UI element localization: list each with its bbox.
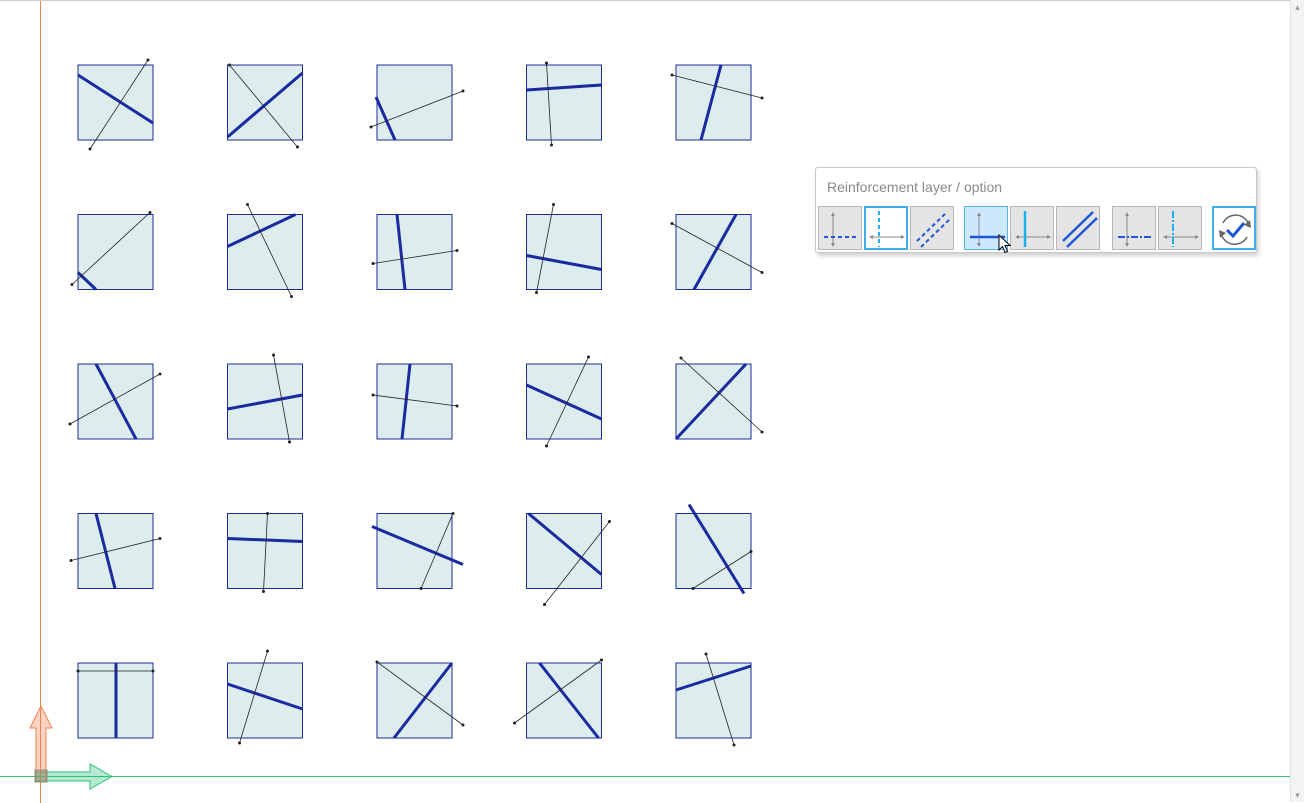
slab-panel — [675, 662, 752, 739]
diagonal-dashed-icon — [916, 211, 952, 248]
scroll-thumb[interactable] — [1293, 20, 1301, 760]
scroll-down-icon[interactable]: ▾ — [1291, 788, 1304, 802]
slab-panel — [675, 513, 752, 589]
section-endpoint — [262, 590, 265, 593]
slab-panel — [227, 513, 303, 589]
section-endpoint — [158, 372, 162, 376]
section-endpoint — [369, 125, 373, 129]
section-endpoint — [70, 283, 74, 286]
section-endpoint — [451, 512, 455, 515]
section-endpoint — [68, 422, 72, 426]
section-endpoint — [749, 550, 753, 553]
section-endpoint — [545, 444, 548, 448]
section-endpoint — [760, 430, 764, 434]
layer-dashdot-horizontal-button[interactable] — [1112, 206, 1156, 250]
option-bar-title: Reinforcement layer / option — [827, 179, 1003, 195]
layer-vertical-solid-button[interactable] — [1010, 206, 1054, 250]
section-endpoint — [371, 393, 375, 397]
slab-panel — [526, 214, 602, 290]
drawing-canvas[interactable] — [0, 1, 1290, 803]
slab-panel — [376, 64, 453, 141]
section-endpoint — [375, 660, 379, 664]
axis-dashed-horizontal-icon — [824, 212, 859, 247]
section-endpoint — [266, 512, 269, 515]
section-endpoint — [732, 743, 736, 747]
slab-panel — [376, 513, 453, 589]
refresh-check-icon — [1219, 214, 1251, 245]
section-endpoint — [288, 440, 291, 444]
section-endpoint — [545, 61, 548, 65]
section-endpoint — [543, 603, 546, 606]
section-endpoint — [69, 559, 73, 562]
slab-panel — [77, 64, 154, 141]
section-endpoint — [272, 353, 275, 357]
section-endpoint — [679, 356, 683, 360]
slab-panel — [227, 662, 303, 739]
drawing-viewport[interactable] — [0, 0, 1290, 803]
section-endpoint — [670, 73, 674, 77]
mouse-cursor-icon — [998, 234, 1012, 254]
origin-square-icon — [34, 769, 48, 783]
apply-confirm-button[interactable] — [1212, 206, 1256, 250]
section-endpoint — [76, 669, 80, 673]
section-endpoint — [290, 295, 293, 298]
section-endpoint — [600, 658, 603, 662]
axis-solid-vertical-icon — [1015, 211, 1051, 247]
section-endpoint — [238, 741, 241, 745]
slab-panel — [526, 513, 602, 589]
section-endpoint — [371, 262, 375, 265]
layer-diagonal-dashed-button[interactable] — [910, 206, 954, 250]
axis-dashed-vertical-icon — [869, 211, 905, 247]
section-endpoint — [88, 147, 92, 151]
section-endpoint — [704, 652, 708, 656]
slab-panel — [77, 214, 154, 290]
slab-panel — [675, 64, 752, 141]
slab-panel — [376, 214, 453, 290]
slab-panel — [77, 513, 154, 589]
section-endpoint — [760, 96, 764, 100]
section-endpoint — [552, 203, 555, 206]
slab-panel — [227, 214, 303, 290]
section-endpoint — [513, 721, 516, 725]
axis-dashdot-vertical-icon — [1163, 211, 1199, 247]
section-endpoint — [419, 587, 423, 590]
section-endpoint — [760, 271, 764, 274]
section-endpoint — [146, 58, 150, 62]
layer-vertical-dashed-button[interactable] — [864, 206, 908, 250]
section-endpoint — [455, 404, 459, 408]
section-endpoint — [296, 145, 299, 149]
section-endpoint — [228, 63, 231, 67]
section-endpoint — [455, 249, 459, 252]
section-endpoint — [608, 520, 611, 523]
section-endpoint — [550, 143, 553, 147]
diagonal-solid-icon — [1062, 211, 1098, 248]
section-endpoint — [158, 537, 162, 540]
section-endpoint — [587, 355, 590, 359]
scroll-up-icon[interactable]: ▴ — [1291, 0, 1304, 14]
section-endpoint — [151, 669, 155, 673]
layer-diagonal-solid-button[interactable] — [1056, 206, 1100, 250]
section-endpoint — [148, 211, 152, 214]
layer-bottom-horizontal-button[interactable] — [818, 206, 862, 250]
reinforcement-option-bar: Reinforcement layer / option — [815, 167, 1257, 253]
section-endpoint — [461, 89, 465, 93]
slab-panel — [526, 64, 602, 141]
slab-panel — [376, 662, 453, 739]
axis-dashdot-horizontal-icon — [1118, 212, 1153, 247]
layer-dashdot-vertical-button[interactable] — [1158, 206, 1202, 250]
slab-panel — [376, 363, 453, 440]
section-endpoint — [246, 203, 249, 206]
section-endpoint — [691, 587, 695, 590]
vertical-scrollbar[interactable]: ▴ ▾ — [1290, 0, 1304, 802]
section-endpoint — [670, 222, 674, 225]
section-endpoint — [461, 723, 465, 727]
section-endpoint — [266, 649, 269, 653]
section-endpoint — [535, 291, 538, 294]
